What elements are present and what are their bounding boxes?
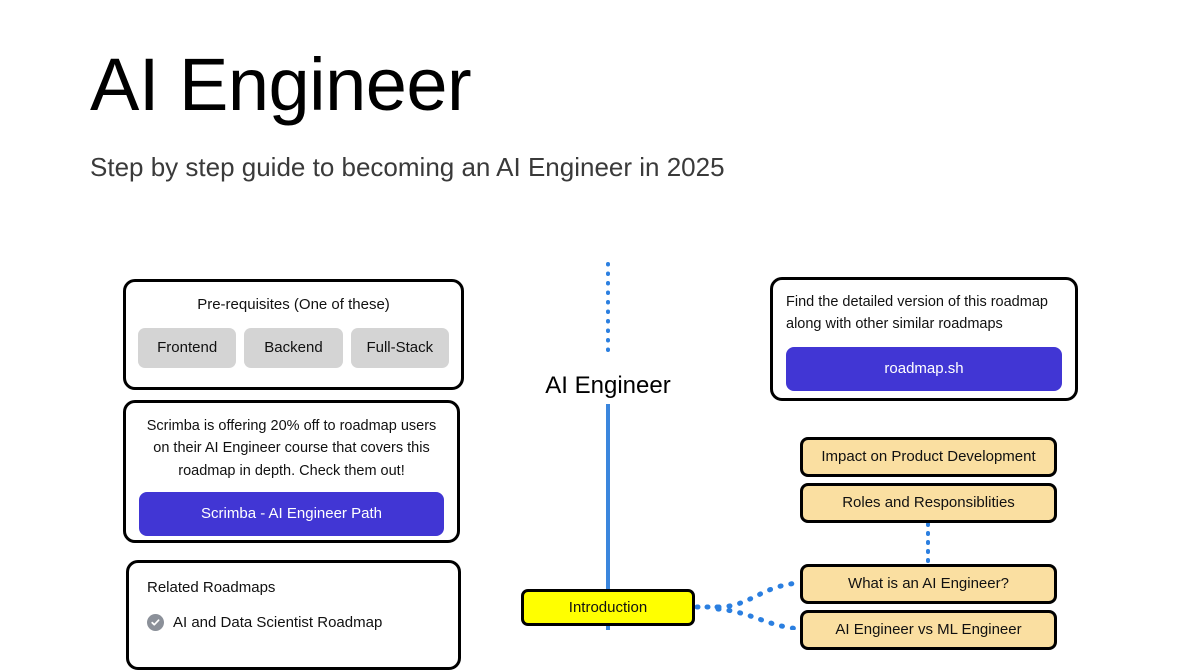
prerequisite-chip-backend[interactable]: Backend: [244, 328, 343, 368]
roadmap-node-introduction[interactable]: Introduction: [521, 589, 695, 626]
connector-intro-to-whatis: [715, 580, 803, 610]
prerequisites-title: Pre-requisites (One of these): [197, 296, 390, 313]
page-title: AI Engineer: [90, 43, 472, 126]
related-roadmaps-title: Related Roadmaps: [147, 579, 276, 596]
related-roadmaps-card: Related Roadmaps AI and Data Scientist R…: [126, 560, 461, 670]
roadmap-canvas: AI Engineer Step by step guide to becomi…: [0, 0, 1200, 670]
roadmap-node-what-is-an-ai-engineer[interactable]: What is an AI Engineer?: [800, 564, 1057, 604]
scrimba-promo-text: Scrimba is offering 20% off to roadmap u…: [146, 418, 437, 479]
prerequisites-card: Pre-requisites (One of these) Frontend B…: [123, 279, 464, 390]
prerequisites-options: Frontend Backend Full-Stack: [138, 328, 449, 368]
check-circle-icon: [147, 614, 164, 631]
roadmapsh-promo-button[interactable]: roadmap.sh: [786, 346, 1062, 391]
scrimba-promo-card: Scrimba is offering 20% off to roadmap u…: [123, 400, 460, 543]
related-roadmap-item-label: AI and Data Scientist Roadmap: [173, 614, 383, 631]
roadmap-node-roles-and-responsibilities[interactable]: Roles and Responsiblities: [800, 483, 1057, 523]
related-roadmap-item[interactable]: AI and Data Scientist Roadmap: [147, 614, 440, 631]
header: AI Engineer Step by step guide to becomi…: [90, 48, 1110, 183]
roadmap-center-label: AI Engineer: [545, 372, 671, 399]
roadmap-node-ai-engineer-vs-ml-engineer[interactable]: AI Engineer vs ML Engineer: [800, 610, 1057, 650]
page-subtitle: Step by step guide to becoming an AI Eng…: [90, 152, 725, 182]
prerequisite-chip-frontend[interactable]: Frontend: [138, 328, 237, 368]
roadmap-node-impact-on-product-development[interactable]: Impact on Product Development: [800, 437, 1057, 477]
roadmapsh-promo-text: Find the detailed version of this roadma…: [786, 294, 1048, 332]
connector-intro-to-vsml: [715, 606, 803, 630]
scrimba-promo-button[interactable]: Scrimba - AI Engineer Path: [139, 492, 444, 537]
roadmapsh-promo-card: Find the detailed version of this roadma…: [770, 277, 1078, 401]
prerequisite-chip-fullstack[interactable]: Full-Stack: [350, 328, 449, 368]
